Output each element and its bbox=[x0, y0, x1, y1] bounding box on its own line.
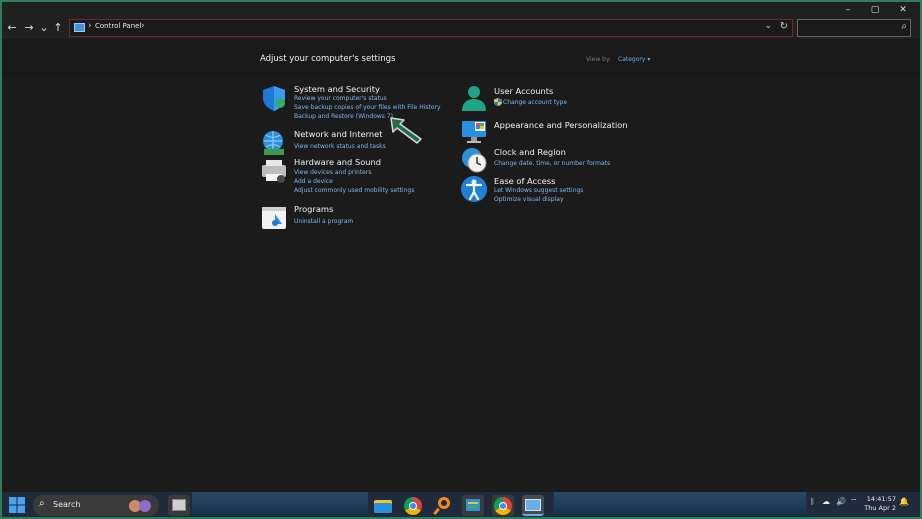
taskbar: ⌕ Search ᛒ ☁ 🔊 ⌔ 14:41:57 Thu Apr 2 🔔 bbox=[2, 492, 920, 517]
hardware-and-sound-link[interactable]: Hardware and Sound bbox=[294, 157, 381, 167]
programs-link[interactable]: Programs bbox=[294, 204, 333, 214]
suggest-settings-link[interactable]: Let Windows suggest settings bbox=[494, 187, 583, 194]
category-appearance-and-personalization: Appearance and Personalization bbox=[460, 117, 660, 145]
address-dropdown-icon[interactable]: ⌄ bbox=[764, 21, 772, 31]
network-and-internet-link[interactable]: Network and Internet bbox=[294, 129, 382, 139]
windows-start-icon[interactable] bbox=[8, 496, 26, 514]
optimize-display-link[interactable]: Optimize visual display bbox=[494, 196, 564, 203]
control-panel-taskbar-icon[interactable] bbox=[462, 495, 484, 516]
notifications-bell-icon[interactable]: 🔔 bbox=[899, 497, 909, 506]
taskbar-app-window[interactable] bbox=[168, 495, 190, 516]
window-titlebar: – ▢ ✕ bbox=[2, 2, 920, 17]
category-ease-of-access: Ease of Access Let Windows suggest setti… bbox=[460, 175, 660, 205]
address-bar[interactable]: › Control Panel › ⌄ ↻ bbox=[69, 19, 793, 37]
programs-icon bbox=[262, 207, 286, 229]
control-panel-icon bbox=[74, 23, 85, 32]
backup-restore-link[interactable]: Backup and Restore (Windows 7) bbox=[294, 113, 393, 120]
date-time-formats-link[interactable]: Change date, time, or number formats bbox=[494, 160, 610, 167]
search-control-panel-input[interactable]: ⌕ bbox=[797, 19, 911, 37]
back-arrow-icon[interactable]: ← bbox=[5, 21, 19, 35]
ease-of-access-link[interactable]: Ease of Access bbox=[494, 176, 555, 186]
header-band bbox=[2, 39, 920, 77]
view-by-label: View by: bbox=[586, 56, 612, 63]
breadcrumb-control-panel[interactable]: Control Panel bbox=[95, 22, 141, 30]
file-explorer-icon[interactable] bbox=[372, 495, 394, 516]
page-title: Adjust your computer's settings bbox=[260, 54, 396, 64]
network-globe-icon bbox=[263, 131, 284, 155]
category-hardware-and-sound: Hardware and Sound View devices and prin… bbox=[260, 157, 450, 197]
user-accounts-link[interactable]: User Accounts bbox=[494, 86, 553, 96]
mobility-settings-link[interactable]: Adjust commonly used mobility settings bbox=[294, 187, 414, 194]
close-button[interactable]: ✕ bbox=[894, 4, 912, 16]
change-account-type-link[interactable]: Change account type bbox=[503, 99, 567, 106]
monitor-icon bbox=[462, 121, 486, 143]
screen-frame: – ▢ ✕ ← → ⌄ ↑ › Control Panel › ⌄ ↻ ⌕ Ad… bbox=[0, 0, 922, 519]
printer-icon bbox=[262, 160, 286, 183]
taskbar-search-box[interactable]: ⌕ Search bbox=[33, 495, 159, 516]
uninstall-program-link[interactable]: Uninstall a program bbox=[294, 218, 353, 225]
taskbar-clock[interactable]: 14:41:57 Thu Apr 2 bbox=[860, 495, 896, 513]
maximize-button[interactable]: ▢ bbox=[866, 4, 884, 16]
file-history-link[interactable]: Save backup copies of your files with Fi… bbox=[294, 104, 441, 111]
refresh-icon[interactable]: ↻ bbox=[780, 21, 788, 32]
volume-icon[interactable]: 🔊 bbox=[836, 497, 846, 506]
breadcrumb-separator[interactable]: › bbox=[88, 21, 92, 31]
uac-shield-icon bbox=[494, 98, 502, 106]
clock-date: Thu Apr 2 bbox=[864, 504, 896, 512]
magnifier-app-icon[interactable] bbox=[432, 495, 454, 516]
bluetooth-icon[interactable]: ᛒ bbox=[810, 497, 815, 506]
wallpaper-strip bbox=[554, 492, 806, 517]
pointer-arrow-icon bbox=[390, 117, 422, 144]
wallpaper-strip bbox=[192, 492, 368, 517]
cloud-sync-icon[interactable]: ☁ bbox=[822, 497, 830, 506]
view-by-dropdown[interactable]: Category ▾ bbox=[618, 56, 650, 63]
chrome-profile-icon[interactable] bbox=[492, 495, 514, 516]
search-icon: ⌕ bbox=[901, 21, 907, 32]
user-icon bbox=[462, 86, 486, 111]
clock-time: 14:41:57 bbox=[866, 495, 896, 503]
shield-icon bbox=[263, 86, 285, 111]
category-programs: Programs Uninstall a program bbox=[260, 204, 450, 232]
taskbar-search-label: Search bbox=[53, 500, 81, 509]
system-and-security-link[interactable]: System and Security bbox=[294, 84, 380, 94]
up-arrow-icon[interactable]: ↑ bbox=[51, 21, 65, 35]
active-window-icon[interactable] bbox=[522, 495, 544, 516]
review-status-link[interactable]: Review your computer's status bbox=[294, 95, 387, 102]
add-device-link[interactable]: Add a device bbox=[294, 178, 333, 185]
navigation-bar: ← → ⌄ ↑ › Control Panel › ⌄ ↻ ⌕ bbox=[2, 17, 920, 39]
appearance-personalization-link[interactable]: Appearance and Personalization bbox=[494, 120, 628, 130]
search-icon: ⌕ bbox=[39, 498, 45, 509]
category-user-accounts: User Accounts Change account type bbox=[460, 84, 660, 114]
search-highlight-icon bbox=[129, 500, 151, 512]
clock-globe-icon bbox=[462, 148, 487, 173]
accessibility-icon bbox=[461, 176, 487, 202]
minimize-button[interactable]: – bbox=[839, 4, 857, 16]
category-clock-and-region: Clock and Region Change date, time, or n… bbox=[460, 146, 660, 174]
breadcrumb-separator[interactable]: › bbox=[141, 21, 145, 31]
devices-printers-link[interactable]: View devices and printers bbox=[294, 169, 371, 176]
recent-locations-chevron-icon[interactable]: ⌄ bbox=[37, 21, 51, 35]
network-status-link[interactable]: View network status and tasks bbox=[294, 143, 386, 150]
wifi-icon[interactable]: ⌔ bbox=[850, 497, 858, 507]
chrome-icon[interactable] bbox=[402, 495, 424, 516]
forward-arrow-icon[interactable]: → bbox=[22, 21, 36, 35]
clock-and-region-link[interactable]: Clock and Region bbox=[494, 147, 566, 157]
